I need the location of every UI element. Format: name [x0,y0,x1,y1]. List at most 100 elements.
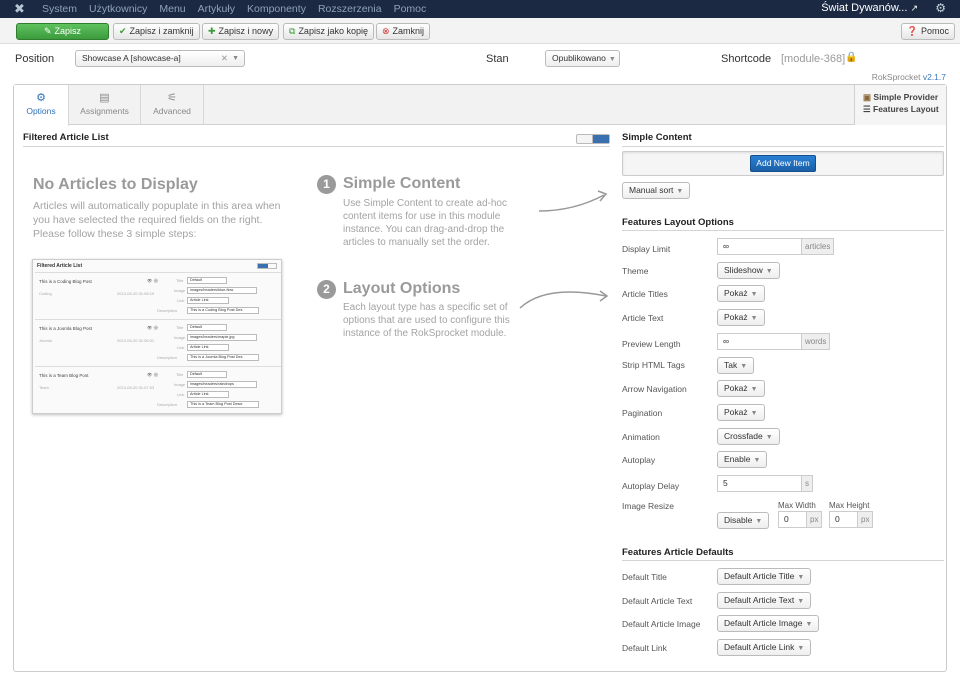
default-image-select[interactable]: Default Article Image ▼ [717,615,820,632]
clear-x-icon[interactable]: ✕ [221,51,228,66]
view-toggle[interactable] [576,134,610,144]
article-text-select[interactable]: Pokaż ▼ [717,309,765,326]
max-width-label: Max Width [778,501,816,510]
shortcode-value: [module-368] [781,53,846,65]
tab-advanced[interactable]: ⚟ Advanced [141,85,204,125]
eye-icon: 👁 ⚙ [147,278,159,283]
menu-item-users[interactable]: Użytkownicy [89,3,147,15]
eye-icon: 👁 ⚙ [147,325,159,330]
close-button[interactable]: ⊗ Zamknij [376,23,431,40]
tab-options[interactable]: ⚙ Options [14,85,69,126]
menu-item-extensions[interactable]: Rozszerzenia [318,3,382,15]
save-close-button[interactable]: ✔ Zapisz i zamknij [113,23,200,40]
arrow-nav-label: Arrow Navigation [622,384,687,394]
chevron-down-icon: ▼ [805,621,813,628]
plus-icon: ✚ [208,26,216,36]
theme-select[interactable]: Slideshow ▼ [717,262,780,279]
grid-view-icon[interactable] [593,135,609,143]
preview-desc-label: Description [157,308,178,313]
save-new-button[interactable]: ✚ Zapisz i nowy [202,23,280,40]
display-limit-input[interactable]: ∞ [717,238,802,255]
chevron-down-icon: ▼ [232,55,239,62]
chevron-down-icon: ▼ [755,518,763,525]
pagination-select[interactable]: Pokaż ▼ [717,404,765,421]
joomla-logo-icon[interactable]: ✖ [14,2,28,16]
max-width-unit: px [806,511,823,528]
chevron-down-icon: ▼ [750,291,758,298]
animation-select[interactable]: Crossfade ▼ [717,428,780,445]
save-new-label: Zapisz i nowy [218,26,274,36]
menu-item-articles[interactable]: Artykuły [198,3,235,15]
layout-name: Features Layout [873,104,939,114]
provider-name: Simple Provider [873,92,939,102]
shortcode-label: Shortcode [721,53,772,65]
menu-item-menu[interactable]: Menu [159,3,185,15]
tab-assignments[interactable]: ▤ Assignments [69,85,141,125]
tab-options-label: Options [26,106,56,116]
empty-title: No Articles to Display [33,176,198,193]
preview-length-unit: words [801,333,831,350]
arrow-nav-value: Pokaż [724,383,748,393]
gear-icon[interactable]: ⚙ [935,1,946,15]
filtered-list-title: Filtered Article List [23,132,109,143]
preview-link-label: Link [177,392,185,397]
stan-select[interactable]: Opublikowano ▼ [545,50,620,67]
preview-row-category: Joomla [39,338,52,343]
article-titles-select[interactable]: Pokaż ▼ [717,285,765,302]
autoplay-delay-input[interactable]: 5 [717,475,802,492]
image-resize-select[interactable]: Disable ▼ [717,512,770,529]
sliders-icon: ⚟ [167,92,177,104]
preview-length-input[interactable]: ∞ [717,333,802,350]
question-icon: ❓ [906,26,918,36]
features-defaults-title: Features Article Defaults [622,547,734,558]
edit-icon: ✎ [43,26,52,36]
save-button[interactable]: ✎ Zapisz [16,23,109,40]
autoplay-delay-label: Autoplay Delay [622,481,680,491]
preview-row: This is a Joomla Blog Post Joomla 2013-0… [35,319,281,364]
eye-icon: 👁 ⚙ [147,372,159,377]
default-link-select[interactable]: Default Article Link ▼ [717,639,812,656]
list-view-icon[interactable] [577,135,593,143]
tab-assignments-label: Assignments [80,106,129,116]
default-title-select[interactable]: Default Article Title ▼ [717,568,812,585]
max-height-input[interactable]: 0 [829,511,858,528]
help-button[interactable]: ❓ Pomoc [900,23,955,40]
autoplay-select[interactable]: Enable ▼ [717,451,768,468]
preview-link-value: Article Link [187,297,229,304]
preview-desc-value: This is a Coding Blog Post Des [187,307,259,314]
menu-item-components[interactable]: Komponenty [247,3,306,15]
save-copy-button[interactable]: ⧉ Zapisz jako kopię [283,23,374,40]
add-new-item-button[interactable]: Add New Item [750,155,816,172]
step-1-text: Use Simple Content to create ad-hoc cont… [343,197,507,249]
step-2-line: instance of the RokSprocket module. [343,328,507,339]
arrow-nav-select[interactable]: Pokaż ▼ [717,380,765,397]
site-name-link[interactable]: Świat Dywanów... ↗ [821,2,918,14]
preview-title: Filtered Article List [37,263,83,269]
chevron-down-icon: ▼ [753,457,761,464]
menu-item-help[interactable]: Pomoc [394,3,427,15]
max-height-label: Max Height [829,501,870,510]
sort-select[interactable]: Manual sort ▼ [622,182,691,199]
preview-title-select: Default [187,277,227,284]
position-select[interactable]: Showcase A [showcase-a] ✕ ▼ [75,50,245,67]
preview-toggle [257,263,277,269]
preview-image-value: images/headers/raindrops [187,381,257,388]
step-1-number: 1 [317,175,336,194]
pagination-label: Pagination [622,408,663,418]
preview-row: This is a Coding Blog Post Coding 2013-0… [35,272,281,317]
preview-desc-value: This is a Joomla Blog Post Des [187,354,259,361]
preview-row-date: 2013-05-20 01:07:03 [117,385,155,390]
admin-topbar: ✖ System Użytkownicy Menu Artykuły Kompo… [0,0,960,18]
preview-row-title: This is a Joomla Blog Post [39,326,93,331]
chevron-down-icon: ▼ [797,574,805,581]
save-copy-label: Zapisz jako kopię [298,26,368,36]
menu-item-system[interactable]: System [42,3,77,15]
preview-desc-label: Description [157,355,178,360]
stan-label: Stan [486,53,509,65]
strip-html-select[interactable]: Tak ▼ [717,357,755,374]
max-width-input[interactable]: 0 [778,511,807,528]
pagination-value: Pokaż [724,407,748,417]
tab-advanced-label: Advanced [153,106,191,116]
default-text-select[interactable]: Default Article Text ▼ [717,592,812,609]
close-label: Zamknij [392,26,425,36]
